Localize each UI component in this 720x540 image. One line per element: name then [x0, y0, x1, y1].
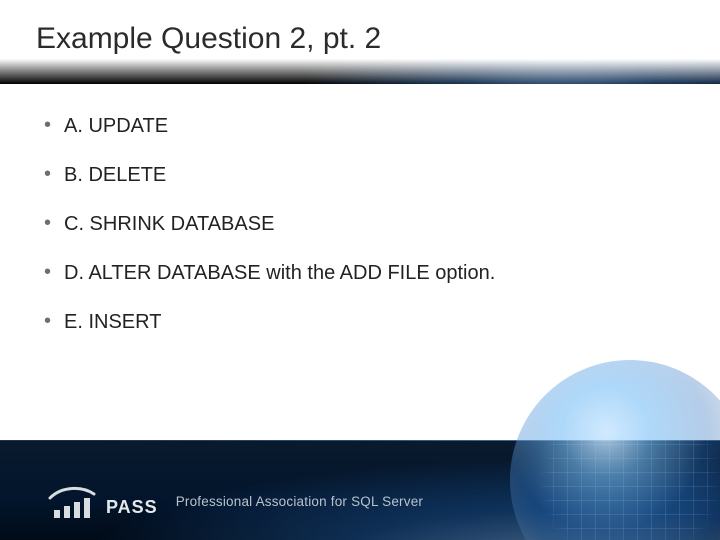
pass-logo-mark	[48, 484, 96, 518]
slide-title: Example Question 2, pt. 2	[36, 22, 381, 56]
content-area: A. UPDATE B. DELETE C. SHRINK DATABASE D…	[40, 115, 660, 360]
option-item: C. SHRINK DATABASE	[40, 213, 660, 236]
option-item: B. DELETE	[40, 164, 660, 187]
bars-icon	[54, 498, 90, 518]
footer-tagline: Professional Association for SQL Server	[176, 494, 423, 509]
options-list: A. UPDATE B. DELETE C. SHRINK DATABASE D…	[40, 115, 660, 334]
option-item: D. ALTER DATABASE with the ADD FILE opti…	[40, 262, 660, 285]
pass-logo-text: PASS	[106, 497, 158, 518]
option-item: A. UPDATE	[40, 115, 660, 138]
footer: PASS Professional Association for SQL Se…	[0, 440, 720, 540]
pass-logo: PASS	[48, 484, 158, 518]
option-item: E. INSERT	[40, 311, 660, 334]
slide: Example Question 2, pt. 2 A. UPDATE B. D…	[0, 0, 720, 540]
footer-content: PASS Professional Association for SQL Se…	[48, 484, 423, 518]
